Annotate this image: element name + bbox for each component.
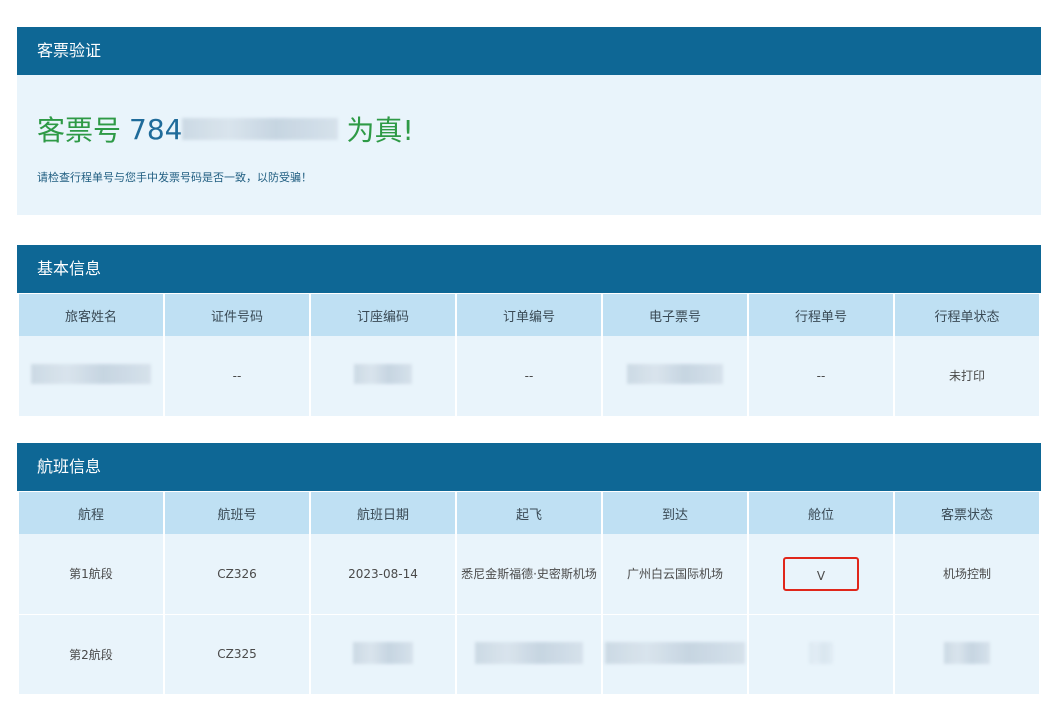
column-header: 订单编号 xyxy=(455,293,603,336)
column-header: 航班号 xyxy=(163,491,311,534)
column-header: 起飞 xyxy=(455,491,603,534)
table-header-row: 航程 航班号 航班日期 起飞 到达 舱位 客票状态 xyxy=(17,491,1041,534)
flight-number-cell: CZ325 xyxy=(163,614,311,695)
redacted-value xyxy=(627,364,723,385)
column-header: 行程单状态 xyxy=(893,293,1041,336)
flight-info-panel: 航班信息 航程 航班号 航班日期 起飞 到达 舱位 客票状态 第1航段 CZ32… xyxy=(17,443,1041,695)
table-row: 第2航段 CZ325 xyxy=(17,614,1041,695)
verify-panel: 客票验证 客票号 784 为真! 请检查行程单号与您手中发票号码是否一致，以防受… xyxy=(17,27,1041,215)
cabin-cell xyxy=(747,614,895,695)
column-header: 航程 xyxy=(17,491,165,534)
verify-body: 客票号 784 为真! 请检查行程单号与您手中发票号码是否一致，以防受骗！ xyxy=(17,75,1041,215)
ticket-status-cell: 机场控制 xyxy=(893,534,1041,615)
verify-header: 客票验证 xyxy=(17,27,1041,75)
segment-cell: 第2航段 xyxy=(17,614,165,695)
column-header: 到达 xyxy=(601,491,749,534)
title-suffix: 为真! xyxy=(346,114,414,147)
table-row: 第1航段 CZ326 2023-08-14 悉尼金斯福德·史密斯机场 广州白云国… xyxy=(17,534,1041,615)
cabin-cell: V xyxy=(747,534,895,615)
basic-info-table: 旅客姓名 证件号码 订座编码 订单编号 电子票号 行程单号 行程单状态 -- -… xyxy=(17,293,1041,417)
column-header: 证件号码 xyxy=(163,293,311,336)
flight-info-table: 航程 航班号 航班日期 起飞 到达 舱位 客票状态 第1航段 CZ326 202… xyxy=(17,491,1041,695)
arrival-cell: 广州白云国际机场 xyxy=(601,534,749,615)
departure-cell: 悉尼金斯福德·史密斯机场 xyxy=(455,534,603,615)
eticket-number-cell xyxy=(601,336,749,417)
passenger-name-cell xyxy=(17,336,165,417)
redacted-value xyxy=(475,641,583,664)
column-header: 舱位 xyxy=(747,491,895,534)
pnr-cell xyxy=(309,336,457,417)
verify-result-title: 客票号 784 为真! xyxy=(37,109,414,149)
segment-cell: 第1航段 xyxy=(17,534,165,615)
title-prefix: 客票号 xyxy=(37,114,122,147)
table-header-row: 旅客姓名 证件号码 订座编码 订单编号 电子票号 行程单号 行程单状态 xyxy=(17,293,1041,336)
flight-date-cell xyxy=(309,614,457,695)
redacted-value xyxy=(809,641,833,664)
id-number-cell: -- xyxy=(163,336,311,417)
itinerary-number-cell: -- xyxy=(747,336,895,417)
flight-number-cell: CZ326 xyxy=(163,534,311,615)
ticket-number-redacted xyxy=(182,118,339,140)
redacted-value xyxy=(353,641,413,664)
column-header: 订座编码 xyxy=(309,293,457,336)
cabin-highlight-box: V xyxy=(783,556,859,591)
column-header: 航班日期 xyxy=(309,491,457,534)
itinerary-status-cell: 未打印 xyxy=(893,336,1041,417)
redacted-value xyxy=(605,641,745,664)
column-header: 客票状态 xyxy=(893,491,1041,534)
redacted-value xyxy=(354,364,412,385)
order-number-cell: -- xyxy=(455,336,603,417)
ticket-status-cell xyxy=(893,614,1041,695)
departure-cell xyxy=(455,614,603,695)
verify-note: 请检查行程单号与您手中发票号码是否一致，以防受骗！ xyxy=(37,171,312,184)
redacted-value xyxy=(31,364,151,385)
arrival-cell xyxy=(601,614,749,695)
table-row: -- -- -- 未打印 xyxy=(17,336,1041,417)
basic-info-header: 基本信息 xyxy=(17,245,1041,293)
redacted-value xyxy=(944,641,990,664)
ticket-number: 784 xyxy=(129,112,183,146)
column-header: 旅客姓名 xyxy=(17,293,165,336)
column-header: 电子票号 xyxy=(601,293,749,336)
column-header: 行程单号 xyxy=(747,293,895,336)
flight-date-cell: 2023-08-14 xyxy=(309,534,457,615)
basic-info-panel: 基本信息 旅客姓名 证件号码 订座编码 订单编号 电子票号 行程单号 行程单状态… xyxy=(17,245,1041,417)
flight-info-header: 航班信息 xyxy=(17,443,1041,491)
